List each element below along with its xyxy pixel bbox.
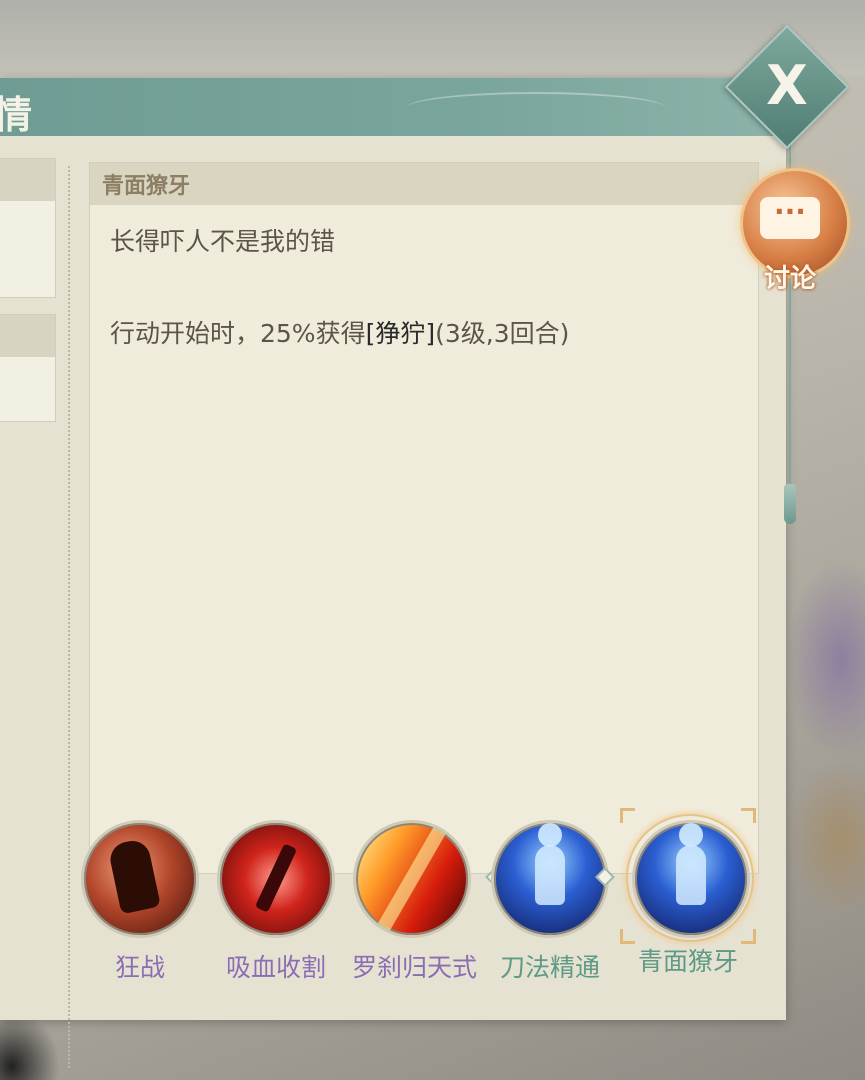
discussion-label[interactable]: 讨论	[764, 258, 816, 295]
panel-title: 情	[0, 92, 35, 137]
skill-item-fierce-face-selected[interactable]: 青面獠牙	[620, 808, 756, 978]
skill-list: 狂战 吸血收割 罗刹归天式 刀法精通 青面獠牙	[80, 808, 780, 1000]
skill-detail-panel: 情 青面獠牙 长得吓人不是我的错 行动开始时，25%获得[狰狞](3级,3回合)…	[0, 78, 786, 1068]
selection-ring	[626, 814, 754, 942]
skill-item-rakshasa[interactable]: 罗刹归天式	[352, 820, 478, 984]
left-list-card-2[interactable]	[0, 314, 56, 422]
background-blur-amber	[785, 760, 865, 920]
selected-frame	[620, 808, 756, 944]
skill-flavor-text: 长得吓人不是我的错	[110, 227, 336, 256]
flame-slash-icon	[353, 820, 471, 938]
left-list-card-header	[0, 315, 55, 357]
close-icon[interactable]: X	[759, 58, 815, 114]
skill-description-body: 长得吓人不是我的错 行动开始时，25%获得[狰狞](3级,3回合)	[90, 205, 758, 371]
effect-prefix: 行动开始时，25%获得	[110, 319, 366, 348]
skill-item-berserk[interactable]: 狂战	[80, 820, 200, 984]
chat-bubble-icon: ···	[760, 197, 820, 239]
skill-description-box: 青面獠牙 长得吓人不是我的错 行动开始时，25%获得[狰狞](3级,3回合)	[89, 162, 759, 874]
background-top	[0, 0, 865, 75]
blood-sword-icon	[217, 820, 335, 938]
blade-mastery-icon	[491, 820, 609, 938]
column-divider	[68, 166, 70, 1068]
skill-effect-text: 行动开始时，25%获得[狰狞](3级,3回合)	[110, 311, 738, 357]
skill-name-header: 青面獠牙	[90, 163, 758, 205]
title-ornament	[406, 92, 666, 124]
skill-label: 罗刹归天式	[352, 953, 478, 982]
skill-label: 狂战	[114, 953, 165, 982]
berserker-icon	[81, 820, 199, 938]
left-list-card-header	[0, 159, 55, 201]
background-blur-dark	[0, 1010, 60, 1080]
left-list-card-1[interactable]	[0, 158, 56, 298]
effect-suffix: (3级,3回合)	[435, 319, 570, 348]
skill-item-blade-mastery[interactable]: 刀法精通	[485, 820, 615, 984]
tassel-ornament	[784, 484, 796, 524]
skill-label: 青面獠牙	[637, 947, 738, 976]
skill-label: 吸血收割	[225, 953, 326, 982]
skill-label: 刀法精通	[499, 953, 600, 982]
title-bar: 情	[0, 78, 786, 137]
effect-keyword[interactable]: [狰狞]	[366, 319, 436, 348]
skill-item-lifesteal[interactable]: 吸血收割	[216, 820, 336, 984]
background-blur-purple	[785, 560, 865, 760]
